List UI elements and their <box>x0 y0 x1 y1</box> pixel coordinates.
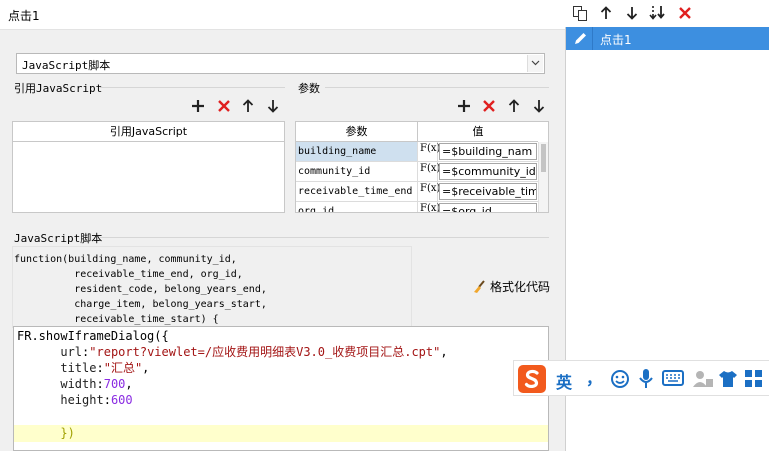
arrow-up-icon <box>600 6 612 19</box>
param-value-input[interactable]: =$community_id <box>439 163 537 180</box>
pencil-icon <box>569 27 593 50</box>
formula-fx-icon[interactable]: F(x) <box>418 202 440 212</box>
ref-js-column-header: 引用JavaScript <box>13 122 284 142</box>
params-section-title: 参数 <box>298 82 320 95</box>
plus-icon <box>192 100 204 112</box>
param-name: community_id <box>296 162 418 181</box>
format-code-label: 格式化代码 <box>490 280 551 294</box>
move-to-bottom-icon <box>649 6 665 20</box>
event-name-value: 点击1 <box>8 9 40 23</box>
add-ref-button[interactable] <box>190 98 206 114</box>
params-toolbar <box>456 97 552 115</box>
delete-x-icon <box>218 100 230 112</box>
params-table[interactable]: 参数 值 building_name F(x) =$building_nam c… <box>295 121 549 213</box>
ime-lang-toggle[interactable]: 英 <box>556 369 572 393</box>
code-line: url:"report?viewlet=/应收费用明细表V3.0_收费项目汇总.… <box>60 345 448 359</box>
broom-icon <box>474 280 485 293</box>
param-value-input[interactable]: =$building_nam <box>439 143 537 160</box>
move-down-param-button[interactable] <box>531 98 547 114</box>
code-line: width:700, <box>60 377 133 391</box>
divider <box>325 87 549 88</box>
js-script-section-title: JavaScript脚本 <box>14 232 103 245</box>
param-value-input[interactable]: =$org_id <box>439 203 537 212</box>
move-up-ref-button[interactable] <box>240 98 256 114</box>
ref-js-section-title: 引用JavaScript <box>14 82 103 95</box>
ime-toolbar: 英 ， <box>513 360 769 396</box>
delete-x-icon <box>483 100 495 112</box>
arrow-up-icon <box>508 99 520 112</box>
arrow-down-icon <box>533 100 545 113</box>
current-line-highlight <box>14 425 548 442</box>
chevron-down-icon[interactable] <box>527 55 543 72</box>
arrow-up-icon <box>242 99 254 112</box>
delete-ref-button[interactable] <box>216 98 232 114</box>
move-bottom-event-button[interactable] <box>649 5 665 21</box>
divider <box>100 237 549 238</box>
code-line: title:"汇总", <box>60 361 150 375</box>
formula-fx-icon[interactable]: F(x) <box>418 162 440 181</box>
divider <box>100 87 285 88</box>
event-list-toolbar <box>565 0 769 27</box>
formula-fx-icon[interactable]: F(x) <box>418 142 440 161</box>
move-down-ref-button[interactable] <box>265 98 281 114</box>
ime-punct-toggle[interactable]: ， <box>586 365 602 389</box>
sogou-logo-icon[interactable] <box>518 365 546 393</box>
param-row[interactable]: receivable_time_end F(x) =$receivable_ti… <box>296 182 538 202</box>
plus-icon <box>458 100 470 112</box>
move-up-event-button[interactable] <box>598 5 614 21</box>
skin-shirt-icon[interactable] <box>718 369 738 392</box>
arrow-down-icon <box>626 7 638 20</box>
code-editor[interactable]: FR.showIframeDialog({ url:"report?viewle… <box>13 326 549 451</box>
move-up-param-button[interactable] <box>506 98 522 114</box>
function-signature: function(building_name, community_id, re… <box>12 246 412 328</box>
delete-param-button[interactable] <box>481 98 497 114</box>
script-type-select[interactable]: JavaScript脚本 <box>16 53 545 74</box>
param-row[interactable]: org_id F(x) =$org_id <box>296 202 538 212</box>
code-line: height:600 <box>60 393 133 407</box>
copy-icon <box>573 6 587 21</box>
add-param-button[interactable] <box>456 98 472 114</box>
delete-x-icon <box>679 7 691 19</box>
script-type-value: JavaScript脚本 <box>22 59 111 72</box>
param-name: org_id <box>296 202 418 212</box>
ref-js-toolbar <box>190 97 286 115</box>
formula-fx-icon[interactable]: F(x) <box>418 182 440 201</box>
microphone-icon[interactable] <box>638 368 654 393</box>
scrollbar-thumb[interactable] <box>541 144 546 172</box>
copy-event-button[interactable] <box>572 5 588 21</box>
ref-js-table[interactable]: 引用JavaScript <box>12 121 285 213</box>
event-name-field[interactable]: 点击1 <box>0 0 565 30</box>
code-line: }) <box>60 426 75 440</box>
param-value-column-header: 值 <box>418 122 538 142</box>
keyboard-icon[interactable] <box>662 370 684 389</box>
arrow-down-icon <box>267 100 279 113</box>
move-down-event-button[interactable] <box>624 5 640 21</box>
grid-menu-icon[interactable] <box>744 369 764 392</box>
param-name: receivable_time_end <box>296 182 418 201</box>
code-line: FR.showIframeDialog({ <box>17 329 169 343</box>
event-list-item-label: 点击1 <box>600 33 632 47</box>
param-row[interactable]: building_name F(x) =$building_nam <box>296 142 538 162</box>
param-name-column-header: 参数 <box>296 122 418 142</box>
params-scrollbar[interactable] <box>538 142 548 212</box>
emoji-icon[interactable] <box>610 369 630 392</box>
param-name: building_name <box>296 142 418 161</box>
delete-event-button[interactable] <box>677 5 693 21</box>
user-card-icon[interactable] <box>692 369 714 392</box>
event-list-item[interactable]: 点击1 <box>566 27 769 50</box>
param-value-input[interactable]: =$receivable_tim <box>439 183 537 200</box>
param-row[interactable]: community_id F(x) =$community_id <box>296 162 538 182</box>
